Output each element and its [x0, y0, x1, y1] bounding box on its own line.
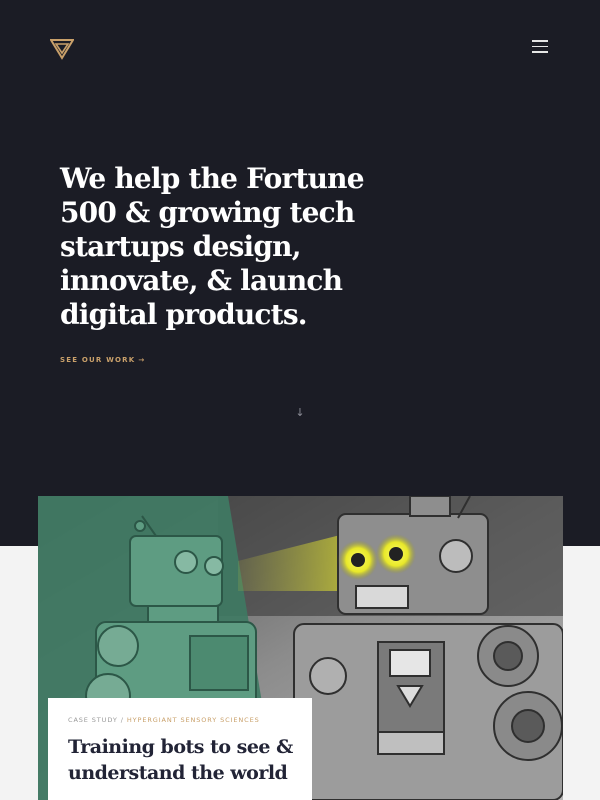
- case-study-client-link[interactable]: HYPERGIANT SENSORY SCIENCES: [127, 716, 260, 724]
- scroll-down-arrow-icon[interactable]: ↓: [294, 406, 306, 424]
- see-our-work-link[interactable]: SEE OUR WORK →: [60, 356, 145, 364]
- menu-line: [532, 45, 548, 47]
- case-study-title[interactable]: Training bots to see & understand the wo…: [68, 734, 308, 786]
- triangle-logo-icon[interactable]: [49, 38, 75, 60]
- menu-line: [532, 51, 548, 53]
- menu-line: [532, 40, 548, 42]
- case-study-meta: CASE STUDY / HYPERGIANT SENSORY SCIENCES: [68, 716, 292, 724]
- case-study-label: CASE STUDY: [68, 716, 118, 724]
- meta-separator: /: [120, 716, 124, 724]
- case-study-card[interactable]: CASE STUDY / HYPERGIANT SENSORY SCIENCES T…: [48, 698, 312, 800]
- cta-label: SEE OUR WORK: [60, 356, 136, 364]
- hero-headline: We help the Fortune 500 & growing tech s…: [60, 162, 365, 331]
- hamburger-menu-icon[interactable]: [532, 40, 552, 56]
- hero-section: We help the Fortune 500 & growing tech s…: [0, 0, 600, 546]
- arrow-right-icon: →: [138, 356, 146, 364]
